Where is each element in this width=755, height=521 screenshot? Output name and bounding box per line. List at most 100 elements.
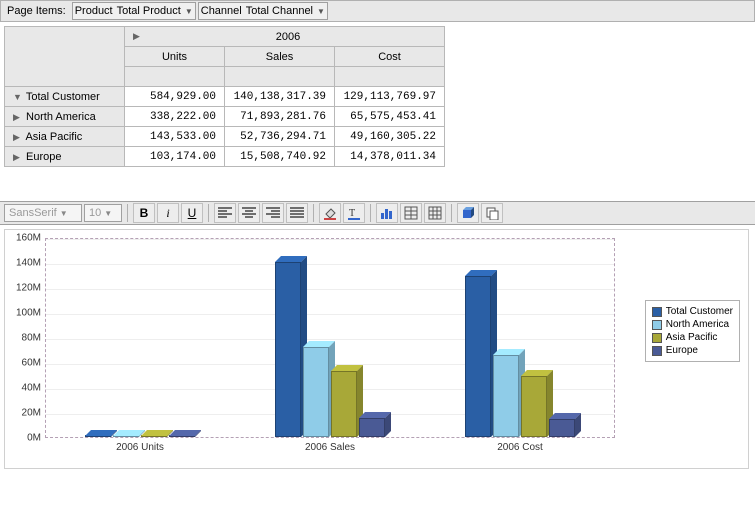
table-button[interactable]	[400, 203, 422, 223]
col-header-sales[interactable]: Sales	[225, 47, 335, 67]
italic-button[interactable]: i	[157, 203, 179, 223]
align-center-icon	[242, 207, 256, 219]
separator	[208, 204, 209, 222]
align-justify-icon	[290, 207, 304, 219]
legend-swatch	[652, 307, 662, 317]
expand-right-icon: ▶	[133, 31, 140, 42]
font-size-select[interactable]: 10 ▼	[84, 204, 122, 222]
chevron-down-icon: ▼	[317, 7, 325, 16]
year-header[interactable]: ▶ 2006	[125, 27, 445, 47]
data-cell[interactable]: 71,893,281.76	[225, 107, 335, 127]
x-tick-label: 2006 Sales	[235, 442, 425, 453]
row-header[interactable]: ▶ North America	[5, 107, 125, 127]
bar[interactable]	[521, 376, 547, 437]
y-tick-label: 80M	[22, 333, 41, 344]
chart-area[interactable]: 0M20M40M60M80M100M120M140M160M 2006 Unit…	[4, 229, 749, 469]
data-cell[interactable]: 65,575,453.41	[335, 107, 445, 127]
bar[interactable]	[141, 436, 167, 437]
data-cell[interactable]: 14,378,011.34	[335, 147, 445, 167]
font-color-button[interactable]: T	[343, 203, 365, 223]
3d-button[interactable]	[457, 203, 479, 223]
legend-label: Total Customer	[666, 306, 733, 317]
legend-label: Europe	[666, 345, 698, 356]
legend-label: Asia Pacific	[666, 332, 718, 343]
align-left-button[interactable]	[214, 203, 236, 223]
expand-icon: ▶	[13, 152, 23, 163]
data-cell[interactable]: 129,113,769.97	[335, 87, 445, 107]
bar[interactable]	[549, 419, 575, 437]
grid-button[interactable]	[424, 203, 446, 223]
y-tick-label: 100M	[16, 308, 41, 319]
bar[interactable]	[359, 418, 385, 437]
bar[interactable]	[331, 371, 357, 437]
bar[interactable]	[85, 436, 111, 437]
dim-value: Total Product	[117, 5, 181, 17]
legend-swatch	[652, 320, 662, 330]
align-right-button[interactable]	[262, 203, 284, 223]
bold-button[interactable]: B	[133, 203, 155, 223]
data-cell[interactable]: 140,138,317.39	[225, 87, 335, 107]
row-header[interactable]: ▶ Asia Pacific	[5, 127, 125, 147]
dim-product[interactable]: Product Total Product ▼	[72, 2, 196, 20]
copy-button[interactable]	[481, 203, 503, 223]
row-header[interactable]: ▶ Europe	[5, 147, 125, 167]
bar-group	[275, 262, 385, 437]
bar[interactable]	[303, 347, 329, 437]
data-cell[interactable]: 338,222.00	[125, 107, 225, 127]
expand-icon: ▼	[13, 92, 23, 102]
table-row: ▶ North America338,222.0071,893,281.7665…	[5, 107, 445, 127]
align-left-icon	[218, 207, 232, 219]
data-cell[interactable]: 49,160,305.22	[335, 127, 445, 147]
dim-value: Total Channel	[246, 5, 313, 17]
font-name-select[interactable]: SansSerif ▼	[4, 204, 82, 222]
table-row: ▼ Total Customer584,929.00140,138,317.39…	[5, 87, 445, 107]
pivot-table-wrap: ▶ 2006 Units Sales Cost ▼ Total Customer…	[0, 22, 755, 171]
row-header[interactable]: ▼ Total Customer	[5, 87, 125, 107]
underline-button[interactable]: U	[181, 203, 203, 223]
bar[interactable]	[169, 436, 195, 437]
data-cell[interactable]: 52,736,294.71	[225, 127, 335, 147]
bar[interactable]	[465, 276, 491, 437]
data-cell[interactable]: 584,929.00	[125, 87, 225, 107]
y-axis: 0M20M40M60M80M100M120M140M160M	[5, 238, 43, 438]
legend-swatch	[652, 333, 662, 343]
align-justify-button[interactable]	[286, 203, 308, 223]
cube-icon	[461, 206, 475, 220]
align-right-icon	[266, 207, 280, 219]
y-tick-label: 40M	[22, 383, 41, 394]
table-row: ▶ Asia Pacific143,533.0052,736,294.7149,…	[5, 127, 445, 147]
col-header-units[interactable]: Units	[125, 47, 225, 67]
bar-chart-icon	[380, 206, 394, 220]
chevron-down-icon: ▼	[104, 209, 112, 218]
chart-plot	[45, 238, 615, 438]
align-center-button[interactable]	[238, 203, 260, 223]
legend-swatch	[652, 346, 662, 356]
x-tick-label: 2006 Units	[45, 442, 235, 453]
page-items-label: Page Items:	[3, 5, 70, 17]
data-cell[interactable]: 103,174.00	[125, 147, 225, 167]
chart-button[interactable]	[376, 203, 398, 223]
data-cell[interactable]: 143,533.00	[125, 127, 225, 147]
y-tick-label: 120M	[16, 283, 41, 294]
page-items-bar: Page Items: Product Total Product ▼ Chan…	[0, 0, 755, 22]
chart-legend: Total CustomerNorth AmericaAsia PacificE…	[645, 300, 740, 362]
chevron-down-icon: ▼	[185, 7, 193, 16]
corner-cell	[5, 27, 125, 87]
dim-name: Channel	[201, 5, 242, 17]
bar[interactable]	[275, 262, 301, 437]
bar[interactable]	[113, 436, 139, 437]
dim-channel[interactable]: Channel Total Channel ▼	[198, 2, 328, 20]
bar[interactable]	[493, 355, 519, 437]
y-tick-label: 140M	[16, 258, 41, 269]
x-tick-label: 2006 Cost	[425, 442, 615, 453]
svg-text:T: T	[349, 208, 355, 219]
font-color-icon: T	[347, 206, 361, 220]
separator	[127, 204, 128, 222]
chevron-down-icon: ▼	[60, 209, 68, 218]
paint-bucket-icon	[323, 206, 337, 220]
fill-color-button[interactable]	[319, 203, 341, 223]
legend-item: Europe	[652, 344, 733, 357]
col-header-cost[interactable]: Cost	[335, 47, 445, 67]
table-icon	[404, 206, 418, 220]
data-cell[interactable]: 15,508,740.92	[225, 147, 335, 167]
